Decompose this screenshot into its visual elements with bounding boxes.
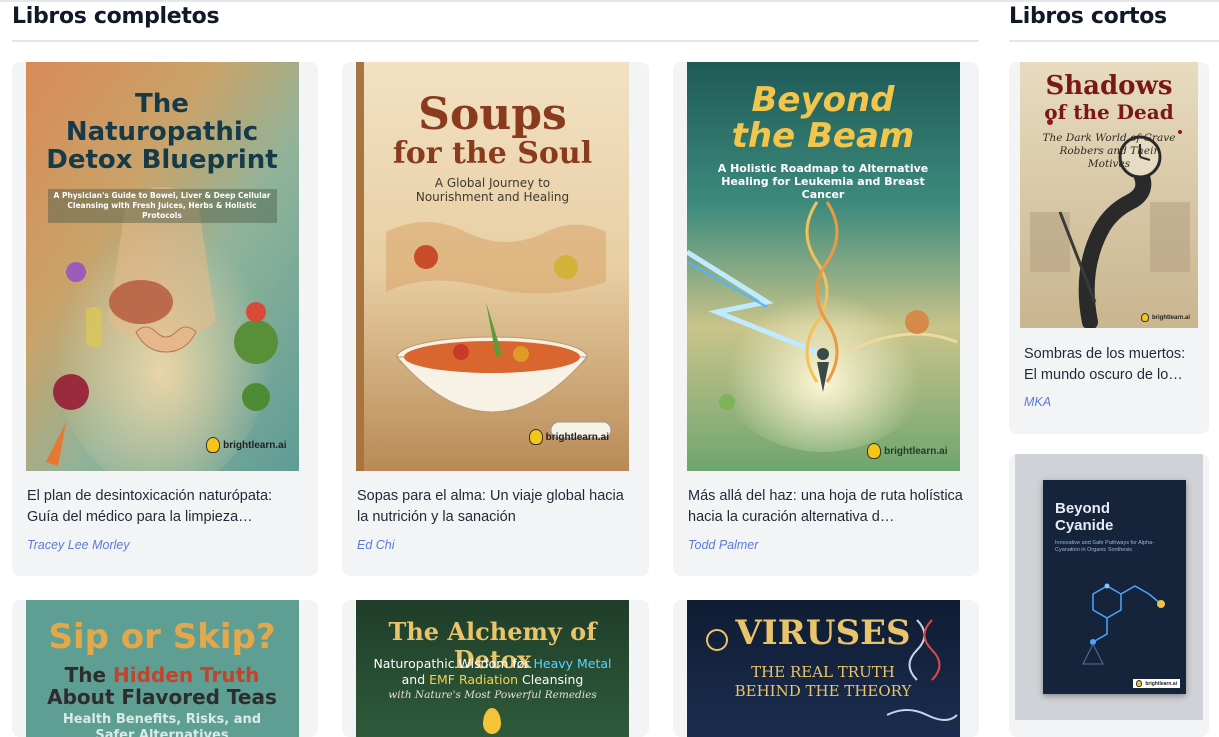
book-title[interactable]: Más allá del haz: una hoja de ruta holís… <box>688 486 967 528</box>
lightbulb-icon <box>867 443 882 459</box>
book-card[interactable]: Sip or Skip? The Hidden Truth About Flav… <box>12 600 318 737</box>
cover-subtitle: The Dark World of Grave Robbers and Thei… <box>1042 132 1176 170</box>
book-cover[interactable]: The Naturopathic Detox Blueprint A Physi… <box>25 62 299 471</box>
book-cover[interactable]: The Alchemy of Detox Naturopathic Wisdom… <box>356 600 629 737</box>
cover-title-line1: Shadows <box>1045 71 1173 101</box>
cover-title-line2: Cyanide <box>1055 517 1114 534</box>
lightbulb-icon <box>1140 313 1149 322</box>
book-author[interactable]: Ed Chi <box>357 538 395 552</box>
book-author[interactable]: Todd Palmer <box>688 538 758 552</box>
book-card[interactable]: Soups for the Soul A Global Journey to N… <box>342 62 649 576</box>
book-cover[interactable]: Soups for the Soul A Global Journey to N… <box>356 62 629 471</box>
cover-subtitle: Health Benefits, Risks, and Safer Altern… <box>62 712 262 737</box>
book-cover[interactable]: VIRUSES THE REAL TRUTH BEHIND THE THEORY <box>686 600 960 737</box>
book-cover[interactable]: Shadows of the Dead The Dark World of Gr… <box>1020 62 1198 328</box>
section-title-short-books: Libros cortos <box>1009 4 1167 29</box>
cover-title-line2: The Hidden Truth <box>64 663 260 687</box>
cover-subtitle-line1: Naturopathic Wisdom for Heavy Metal <box>373 656 612 671</box>
cover-title-line1: Soups <box>418 89 567 140</box>
dna-icon <box>705 619 958 721</box>
publisher-logo: brightlearn.ai <box>528 429 609 445</box>
cover-subtitle: A Global Journey to Nourishment and Heal… <box>415 176 570 204</box>
publisher-logo: brightlearn.ai <box>206 437 287 453</box>
cover-title-line1: Beyond <box>1055 500 1111 517</box>
book-author[interactable]: Tracey Lee Morley <box>27 538 130 552</box>
molecule-icon <box>1082 583 1165 665</box>
lightbulb-icon <box>206 437 221 453</box>
lightbulb-icon <box>1136 680 1143 687</box>
book-cover[interactable]: Beyond Cyanide Innovative and Safe Pathw… <box>1015 454 1203 720</box>
cover-title-line1: The <box>135 89 189 119</box>
publisher-logo: brightlearn.ai <box>1140 313 1190 322</box>
book-cover[interactable]: Beyond the Beam A Holistic Roadmap to Al… <box>686 62 960 471</box>
cover-subtitle: A Physician's Guide to Bowel, Liver & De… <box>47 189 277 223</box>
book-card[interactable]: Beyond Cyanide Innovative and Safe Pathw… <box>1009 454 1209 737</box>
cover-title-line1: Sip or Skip? <box>48 617 276 657</box>
cover-title-line3: Detox Blueprint <box>46 145 278 175</box>
cover-title-line3: About Flavored Teas <box>47 685 277 709</box>
book-title[interactable]: Sopas para el alma: Un viaje global haci… <box>357 486 637 528</box>
book-card[interactable]: The Naturopathic Detox Blueprint A Physi… <box>12 62 318 576</box>
publisher-logo: brightlearn.ai <box>1133 679 1180 688</box>
book-card[interactable]: Shadows of the Dead The Dark World of Gr… <box>1009 62 1209 434</box>
cover-subtitle: Innovative and Safe Pathways for Alpha-C… <box>1055 540 1155 553</box>
cover-subtitle-line3: with Nature's Most Powerful Remedies <box>388 689 597 701</box>
cover-title-line2: of the Dead <box>1044 100 1174 124</box>
cover-subtitle-line2: and EMF Radiation Cleansing <box>401 672 584 687</box>
book-title[interactable]: Sombras de los muertos: El mundo oscuro … <box>1024 344 1197 386</box>
book-author[interactable]: MKA <box>1024 395 1051 409</box>
cover-title-line2: for the Soul <box>392 136 593 171</box>
book-cover[interactable]: Sip or Skip? The Hidden Truth About Flav… <box>25 600 299 737</box>
cover-title-line2: the Beam <box>731 116 915 156</box>
cover-subtitle: A Holistic Roadmap to Alternative Healin… <box>717 162 929 201</box>
top-divider <box>0 0 1219 2</box>
book-card[interactable]: The Alchemy of Detox Naturopathic Wisdom… <box>342 600 649 737</box>
book-title[interactable]: El plan de desintoxicación naturópata: G… <box>27 486 306 528</box>
book-front: Beyond Cyanide Innovative and Safe Pathw… <box>1043 480 1186 694</box>
droplet-icon <box>483 708 501 734</box>
lightbulb-icon <box>528 429 543 445</box>
section-divider-short-books <box>1009 40 1219 42</box>
book-card[interactable]: VIRUSES THE REAL TRUTH BEHIND THE THEORY <box>673 600 979 737</box>
section-title-full-books: Libros completos <box>12 4 220 29</box>
publisher-logo: brightlearn.ai <box>867 443 948 459</box>
section-divider-full-books <box>12 40 979 42</box>
cover-title-line1: Beyond <box>751 80 895 120</box>
cover-title-line2: Naturopathic <box>65 117 259 147</box>
book-card[interactable]: Beyond the Beam A Holistic Roadmap to Al… <box>673 62 979 576</box>
